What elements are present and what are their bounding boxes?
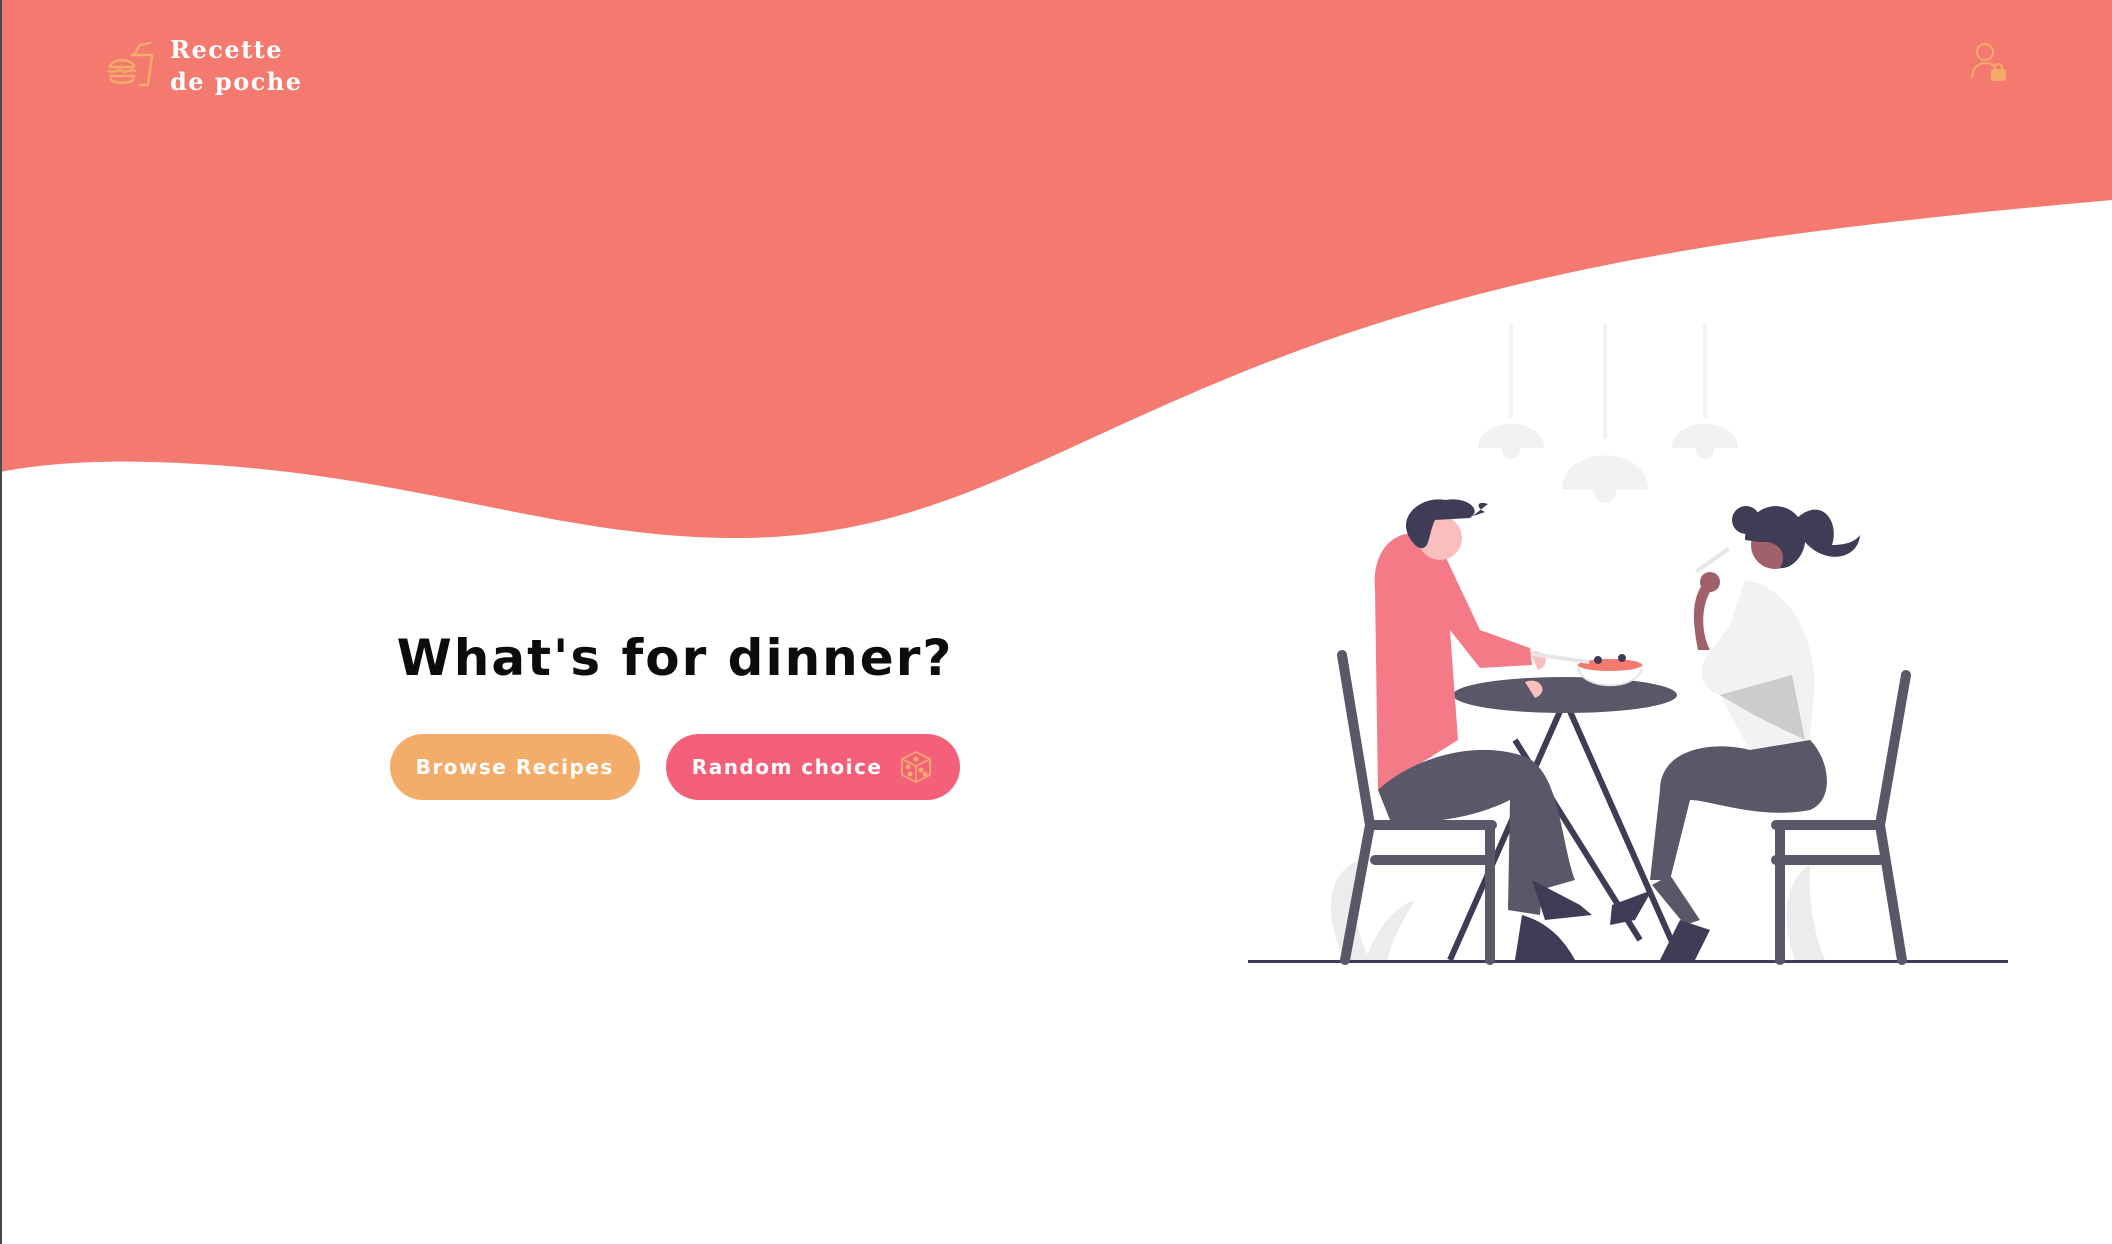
couple-dining-illustration: [1248, 324, 2008, 965]
woman-figure: [1610, 506, 1860, 960]
user-lock-icon[interactable]: [1970, 40, 2008, 82]
hero-section: What's for dinner? Browse Recipes Random…: [380, 620, 970, 800]
hero-title: What's for dinner?: [396, 629, 954, 687]
browse-recipes-button[interactable]: Browse Recipes: [389, 734, 640, 800]
brand-name-line2: de poche: [170, 67, 303, 96]
floor-line: [1248, 960, 2008, 963]
random-choice-label: Random choice: [691, 755, 883, 779]
brand-name-line1: Recette: [170, 35, 284, 64]
pendant-lamps: [1478, 324, 1738, 503]
browse-recipes-label: Browse Recipes: [415, 755, 614, 779]
random-choice-button[interactable]: Random choice: [665, 734, 961, 800]
salad-bowl: [1576, 654, 1644, 687]
dice-icon: [901, 751, 932, 783]
hero-buttons: Browse Recipes Random choice: [380, 734, 970, 800]
burger-and-drink-icon: [107, 41, 154, 87]
page-left-edge: [0, 0, 2, 1244]
brand-name: Recette de poche: [170, 34, 303, 98]
brand-logo[interactable]: Recette de poche: [106, 34, 303, 98]
